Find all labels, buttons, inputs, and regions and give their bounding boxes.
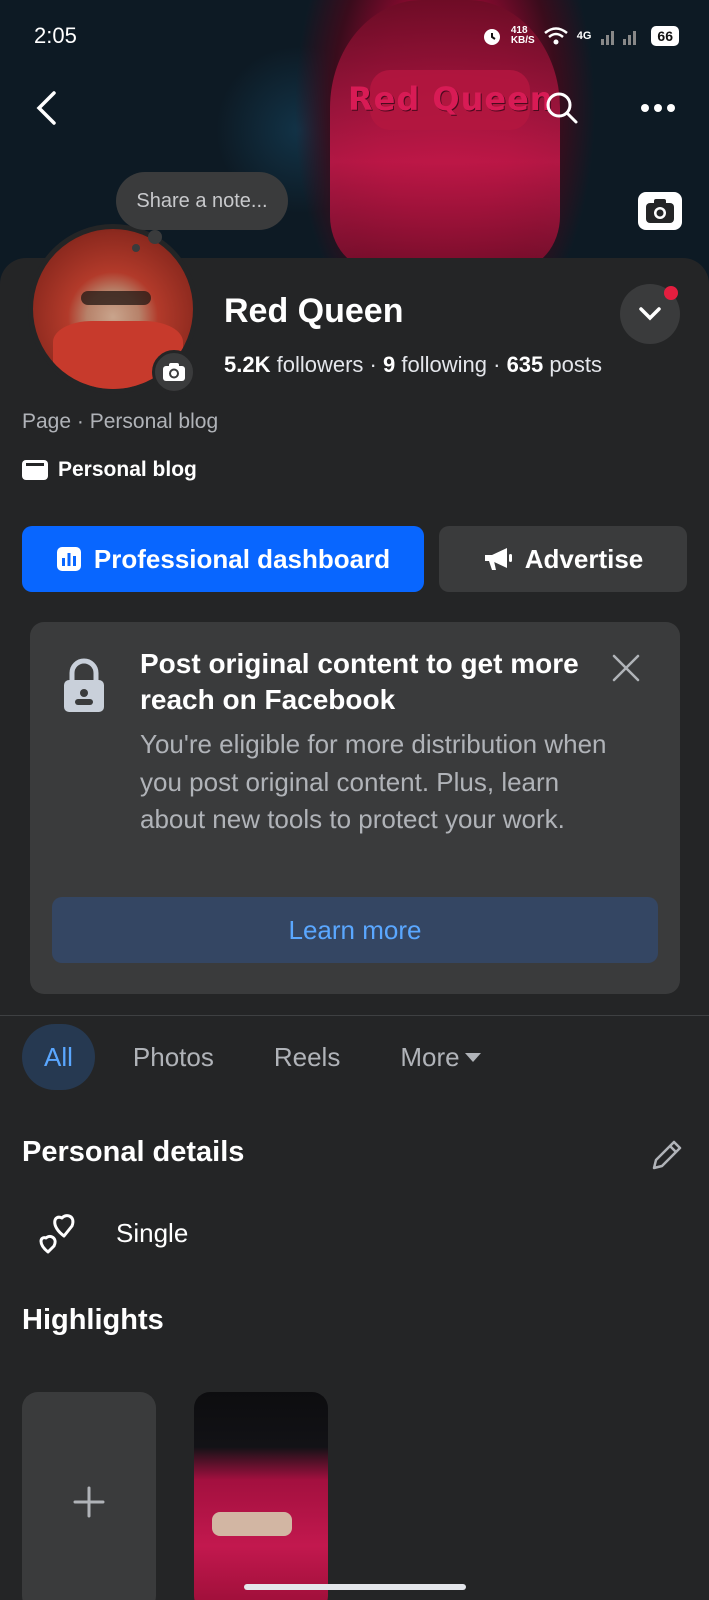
relationship-status: Single xyxy=(116,1217,189,1248)
original-content-card: Post original content to get more reach … xyxy=(30,622,680,994)
note-bubble-tail xyxy=(148,230,162,244)
dashboard-icon xyxy=(56,547,81,571)
megaphone-icon xyxy=(484,548,512,570)
alarm-icon xyxy=(483,29,500,45)
notification-dot xyxy=(664,286,678,300)
dashboard-label: Professional dashboard xyxy=(93,543,391,574)
card-body: You're eligible for more distribution wh… xyxy=(140,729,607,835)
signal-icon xyxy=(601,31,637,45)
network-speed: 418 KB/S xyxy=(510,25,535,46)
caret-down-icon xyxy=(464,1053,481,1062)
separator: · xyxy=(493,352,507,377)
hearts-icon xyxy=(39,1214,75,1254)
card-title: Post original content to get more reach … xyxy=(140,648,579,716)
tab-reels[interactable]: Reels xyxy=(252,1024,362,1090)
tab-more-label: More xyxy=(400,1041,460,1072)
advertise-button[interactable]: Advertise xyxy=(439,526,687,592)
edit-cover-photo-button[interactable] xyxy=(638,192,682,230)
tab-more[interactable]: More xyxy=(378,1024,503,1090)
status-icons: 418 KB/S 4G 66 xyxy=(481,25,679,47)
close-card-button[interactable] xyxy=(606,648,646,688)
network-type: 4G xyxy=(576,30,592,42)
camera-icon xyxy=(163,363,185,381)
back-button[interactable] xyxy=(28,88,64,128)
profile-switcher-button[interactable] xyxy=(620,284,680,344)
professional-dashboard-button[interactable]: Professional dashboard xyxy=(22,526,424,592)
home-indicator[interactable] xyxy=(244,1584,466,1590)
highlight-thumbnail[interactable] xyxy=(194,1392,328,1600)
battery-level: 66 xyxy=(651,26,679,46)
page-type-label: Personal blog xyxy=(58,458,197,481)
camera-icon xyxy=(646,199,674,223)
share-note-button[interactable]: Share a note... xyxy=(116,172,288,230)
avatar-eyes xyxy=(81,291,151,305)
more-options-button[interactable] xyxy=(636,90,680,126)
pencil-icon xyxy=(652,1140,682,1170)
wifi-icon xyxy=(543,27,568,45)
plus-icon xyxy=(73,1486,105,1518)
followers-label[interactable]: followers xyxy=(277,352,364,377)
separator: · xyxy=(369,352,383,377)
page-type: Personal blog xyxy=(22,458,197,482)
note-bubble-tail-small xyxy=(132,244,140,252)
learn-more-button[interactable]: Learn more xyxy=(52,897,658,963)
following-label[interactable]: following xyxy=(401,352,487,377)
highlight-face xyxy=(212,1512,292,1536)
more-dots-icon xyxy=(641,104,675,112)
edit-details-button[interactable] xyxy=(650,1138,684,1177)
back-icon xyxy=(36,91,56,125)
highlights-heading: Highlights xyxy=(22,1304,164,1336)
page-icon xyxy=(22,460,48,480)
chevron-down-icon xyxy=(639,307,661,321)
page-name: Red Queen xyxy=(224,292,404,330)
following-count[interactable]: 9 xyxy=(383,352,395,377)
posts-count: 635 xyxy=(506,352,544,377)
advertise-label: Advertise xyxy=(524,543,644,574)
tab-all[interactable]: All xyxy=(22,1024,95,1090)
search-button[interactable] xyxy=(540,86,584,130)
personal-details-heading: Personal details xyxy=(22,1136,245,1168)
close-icon xyxy=(612,654,640,682)
page-category: Page · Personal blog xyxy=(22,410,219,433)
followers-count[interactable]: 5.2K xyxy=(224,352,270,377)
section-divider xyxy=(0,1015,709,1016)
tab-photos[interactable]: Photos xyxy=(111,1024,236,1090)
status-bar: 2:05 418 KB/S 4G 66 xyxy=(34,18,679,54)
posts-label: posts xyxy=(549,352,602,377)
profile-tabs: All Photos Reels More xyxy=(22,1024,520,1090)
edit-profile-picture-button[interactable] xyxy=(152,350,196,394)
relationship-detail: Single xyxy=(36,1212,188,1254)
lock-icon xyxy=(64,658,104,712)
add-highlight-button[interactable] xyxy=(22,1392,156,1600)
cover-title-text: Red Queen xyxy=(348,80,554,118)
page-stats: 5.2K followers · 9 following · 635 posts xyxy=(224,352,602,378)
search-icon xyxy=(546,92,578,124)
status-time: 2:05 xyxy=(34,23,77,48)
